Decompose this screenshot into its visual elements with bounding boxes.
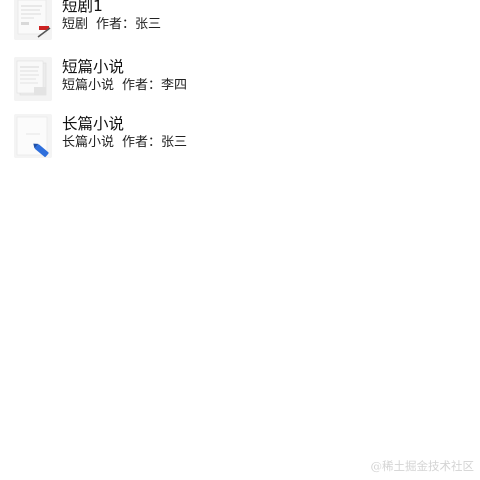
author-label: 作者： — [122, 135, 162, 150]
screen: 短剧1 短剧 作者：张三 短篇小说 短篇小说 作者：李四 长篇小说 长篇小说 作… — [0, 0, 480, 480]
book-1-text: 短剧1 短剧 作者：张三 — [62, 0, 161, 33]
author-name: 张三 — [135, 17, 162, 32]
book-category: 短剧 — [62, 17, 89, 32]
book-meta: 短剧 作者：张三 — [62, 17, 161, 33]
author-label: 作者： — [96, 17, 136, 32]
book-meta: 短篇小说 作者：李四 — [62, 78, 187, 94]
book-title: 短剧1 — [62, 0, 103, 15]
watermark: @稀土掘金技术社区 — [370, 459, 475, 473]
book-category: 长篇小说 — [62, 135, 115, 150]
list-item-book-1[interactable]: 短剧1 短剧 作者：张三 — [14, 0, 454, 42]
book-meta: 长篇小说 作者：张三 — [62, 135, 187, 151]
author-name: 李四 — [161, 78, 188, 93]
book-title: 长篇小说 — [62, 115, 125, 133]
document-pencil-icon — [14, 114, 52, 158]
document-pen-icon — [14, 0, 52, 40]
author-name: 张三 — [161, 135, 188, 150]
document-pages-icon — [14, 57, 52, 101]
author-label: 作者： — [122, 78, 162, 93]
book-category: 短篇小说 — [62, 78, 115, 93]
list-item-book-2[interactable]: 短篇小说 短篇小说 作者：李四 — [14, 57, 454, 103]
book-title: 短篇小说 — [62, 58, 125, 76]
book-3-text: 长篇小说 长篇小说 作者：张三 — [62, 114, 187, 151]
list-item-book-3[interactable]: 长篇小说 长篇小说 作者：张三 — [14, 114, 454, 160]
book-2-text: 短篇小说 短篇小说 作者：李四 — [62, 57, 187, 94]
